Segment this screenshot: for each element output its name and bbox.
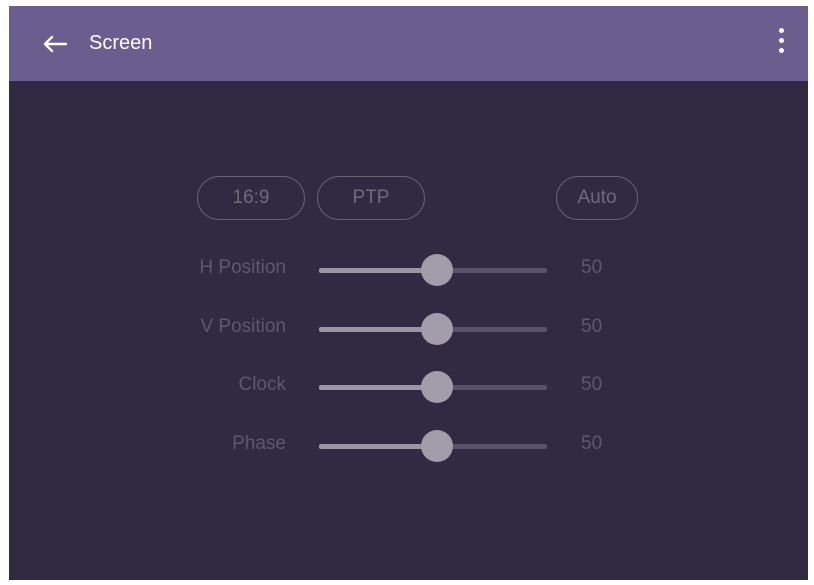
screen-settings-panel: Screen 16:9 PTP Auto H Position 50 V Posit… bbox=[9, 6, 808, 580]
clock-slider[interactable] bbox=[319, 371, 547, 403]
h-position-slider-fill bbox=[319, 268, 433, 273]
v-position-label: V Position bbox=[200, 316, 286, 337]
aspect-ptp-button[interactable]: PTP bbox=[317, 176, 425, 220]
phase-slider-thumb[interactable] bbox=[421, 430, 453, 462]
h-position-label: H Position bbox=[199, 257, 286, 278]
v-position-slider-fill bbox=[319, 327, 433, 332]
more-vertical-icon[interactable] bbox=[775, 28, 787, 60]
h-position-value: 50 bbox=[581, 257, 603, 278]
v-position-slider-thumb[interactable] bbox=[421, 313, 453, 345]
phase-slider-fill bbox=[319, 444, 433, 449]
phase-slider[interactable] bbox=[319, 430, 547, 462]
h-position-slider-thumb[interactable] bbox=[421, 254, 453, 286]
v-position-value: 50 bbox=[581, 316, 603, 337]
h-position-slider[interactable] bbox=[319, 254, 547, 286]
page-title: Screen bbox=[89, 32, 153, 54]
arrow-left-icon[interactable] bbox=[43, 35, 67, 53]
clock-slider-fill bbox=[319, 385, 433, 390]
aspect-auto-button[interactable]: Auto bbox=[556, 176, 638, 220]
clock-label: Clock bbox=[238, 374, 286, 395]
aspect-16-9-button[interactable]: 16:9 bbox=[197, 176, 305, 220]
clock-slider-thumb[interactable] bbox=[421, 371, 453, 403]
phase-label: Phase bbox=[232, 433, 286, 454]
v-position-slider[interactable] bbox=[319, 313, 547, 345]
top-app-bar: Screen bbox=[9, 6, 808, 81]
phase-value: 50 bbox=[581, 433, 603, 454]
clock-value: 50 bbox=[581, 374, 603, 395]
